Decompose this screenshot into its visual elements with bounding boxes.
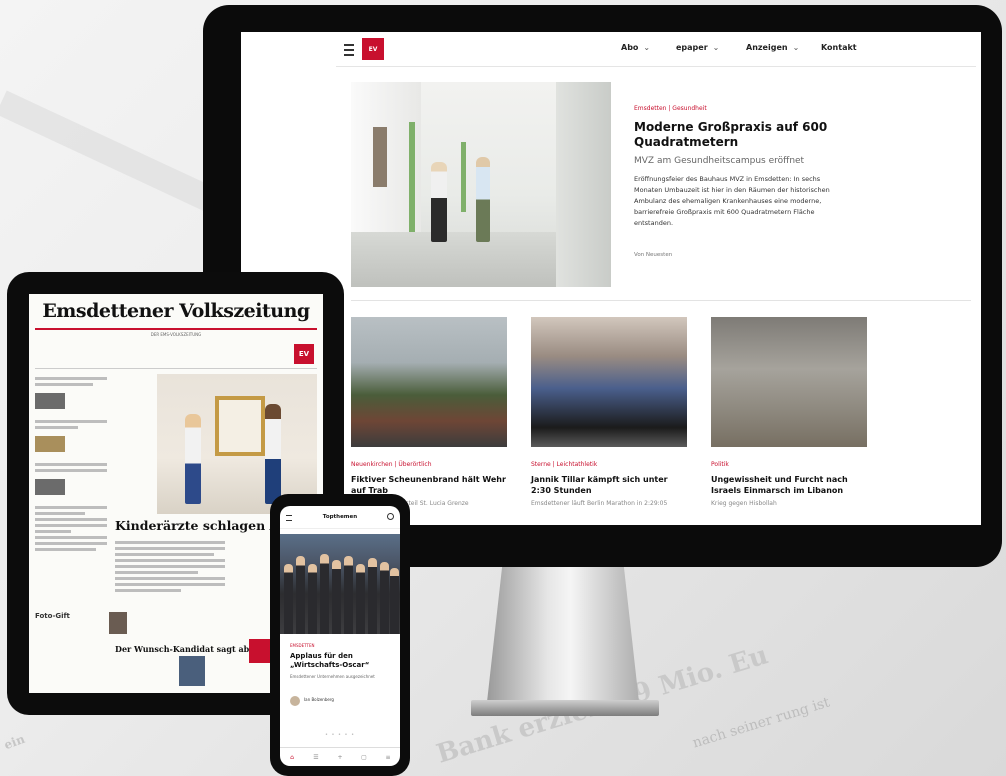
monitor-stand-neck	[487, 566, 639, 702]
chevron-down-icon: ⌄	[643, 43, 651, 52]
author-avatar	[290, 696, 300, 706]
masthead-subline: DER EMS-VOLKSZEITUNG	[150, 332, 202, 337]
article-subtitle: Krieg gegen Hisbollah	[711, 500, 777, 507]
article-kicker: EMSDETTEN	[290, 643, 315, 648]
hero-image[interactable]	[351, 82, 611, 287]
image-detail	[409, 122, 415, 232]
hero-kicker: Emsdetten | Gesundheit	[634, 105, 707, 112]
article-kicker: Politik	[711, 461, 729, 468]
newspaper-masthead: Emsdettener Volkszeitung	[42, 300, 310, 322]
image-person	[356, 564, 365, 634]
masthead-rule	[35, 328, 317, 330]
site-navbar: EV Abo ⌄ epaper ⌄ Anzeigen ⌄ Kontakt	[336, 32, 976, 67]
article-headline[interactable]: Applaus für den „Wirtschafts-Oscar“	[290, 652, 390, 670]
article-image[interactable]	[351, 317, 507, 447]
app-screen: Topthemen EMSDETTEN Applaus für den „Wir…	[280, 506, 400, 766]
article-image[interactable]	[711, 317, 867, 447]
left-column	[35, 374, 107, 684]
portrait-photo	[109, 612, 127, 634]
front-page-body	[115, 538, 225, 638]
image-person	[332, 560, 341, 634]
image-person	[431, 162, 447, 242]
search-icon[interactable]	[387, 513, 394, 520]
website-screen: EV Abo ⌄ epaper ⌄ Anzeigen ⌄ Kontakt Emsdet…	[241, 32, 981, 525]
hero-title[interactable]: Moderne Großpraxis auf 600 Quadratmetern	[634, 120, 834, 150]
section-divider	[351, 300, 971, 301]
article-kicker: Neuenkirchen | Überörtlich	[351, 461, 432, 468]
article-image[interactable]	[531, 317, 687, 447]
article-card[interactable]: Politik Ungewissheit und Furcht nach Isr…	[711, 317, 867, 507]
nav-kontakt[interactable]: Kontakt	[821, 43, 857, 52]
image-person	[390, 568, 399, 634]
image-detail	[461, 142, 466, 212]
article-teaser: Emsdettener Unternehmen ausgezeichnet	[290, 674, 375, 679]
chevron-down-icon: ⌄	[792, 43, 800, 52]
author-name: Ian Bolzenberg	[304, 697, 334, 702]
image-person	[296, 556, 305, 634]
image-person	[476, 157, 490, 242]
secondary-headline: Der Wunsch-Kandidat sagt ab	[115, 644, 250, 654]
article-title[interactable]: Ungewissheit und Furcht nach Israels Ein…	[711, 474, 867, 496]
image-person	[185, 414, 201, 504]
pagination-dots[interactable]: • • • • •	[280, 732, 400, 738]
sidebar-title: Foto-Gift	[35, 612, 70, 620]
paper-fragment: nach seiner rung ist	[690, 694, 832, 752]
image-person	[380, 562, 389, 634]
article-title[interactable]: Fiktiver Scheunenbrand hält Wehr auf Tra…	[351, 474, 507, 496]
teaser-strip	[35, 342, 317, 369]
home-icon[interactable]: ⌂	[280, 748, 304, 766]
front-page-photo	[157, 374, 317, 514]
nav-epaper[interactable]: epaper ⌄	[676, 43, 719, 52]
ev-logo: EV	[294, 344, 314, 364]
hero-body: Eröffnungsfeier des Bauhaus MVZ in Emsde…	[634, 175, 830, 227]
plus-icon[interactable]: +	[328, 748, 352, 766]
portrait-photo	[179, 656, 205, 686]
group-photo[interactable]	[280, 534, 400, 634]
image-person	[368, 558, 377, 634]
monitor-stand-base	[471, 700, 659, 716]
ev-logo[interactable]: EV	[362, 38, 384, 60]
app-title: Topthemen	[322, 514, 358, 520]
menu-icon[interactable]: ≡	[376, 748, 400, 766]
image-person	[265, 404, 281, 504]
article-subtitle: Emsdettener läuft Berlin Marathon in 2:2…	[531, 500, 668, 507]
image-detail	[215, 396, 265, 456]
menu-icon[interactable]	[344, 44, 354, 56]
image-person	[308, 564, 317, 634]
image-detail	[556, 82, 611, 287]
chevron-down-icon: ⌄	[712, 43, 720, 52]
article-card[interactable]: Neuenkirchen | Überörtlich Fiktiver Sche…	[351, 317, 507, 507]
list-icon[interactable]: ☰	[304, 748, 328, 766]
nav-abo[interactable]: Abo ⌄	[621, 43, 650, 52]
nav-anzeigen[interactable]: Anzeigen ⌄	[746, 43, 799, 52]
image-detail	[373, 127, 387, 187]
article-kicker: Sterne | Leichtathletik	[531, 461, 598, 468]
image-person	[344, 556, 353, 634]
image-person	[320, 554, 329, 634]
background-stroke	[0, 90, 225, 216]
paper-corner: ein	[2, 731, 27, 753]
square-icon[interactable]: ▢	[352, 748, 376, 766]
app-header: Topthemen	[280, 506, 400, 529]
hero-subtitle: MVZ am Gesundheitscampus eröffnet	[634, 156, 805, 166]
image-person	[284, 564, 293, 634]
hero-author: Von Neuesten	[634, 252, 673, 258]
bottom-tab-bar: ⌂ ☰ + ▢ ≡	[280, 747, 400, 766]
phone-device: Topthemen EMSDETTEN Applaus für den „Wir…	[270, 494, 410, 776]
article-title[interactable]: Jannik Tillar kämpft sich unter 2:30 Stu…	[531, 474, 687, 496]
article-card[interactable]: Sterne | Leichtathletik Jannik Tillar kä…	[531, 317, 687, 507]
